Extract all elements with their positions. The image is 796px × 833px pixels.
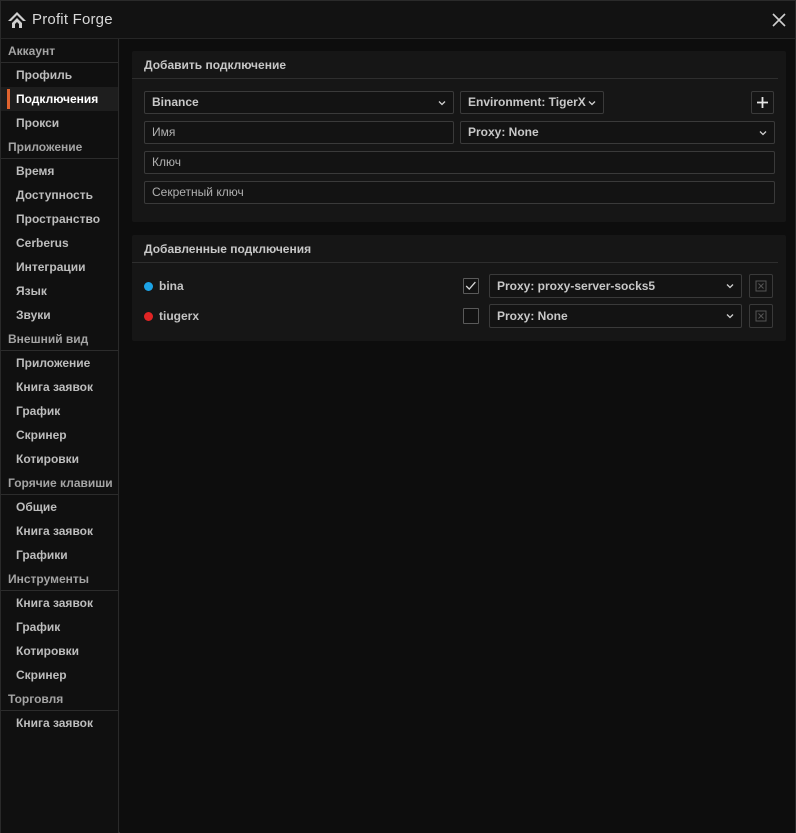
sidebar-section-header: Аккаунт xyxy=(1,39,118,63)
delete-icon xyxy=(755,280,767,292)
connection-name: tiugerx xyxy=(159,309,200,323)
connection-proxy-select[interactable]: Proxy: proxy-server-socks5 xyxy=(489,274,742,298)
proxy-select-value: Proxy: None xyxy=(468,125,539,139)
settings-sidebar: Аккаунт Профиль Подключения Прокси Приложени… xyxy=(1,39,119,833)
app-title: Profit Forge xyxy=(32,11,113,28)
connection-enabled-checkbox[interactable] xyxy=(463,278,479,294)
sidebar-section-header: Инструменты xyxy=(1,567,118,591)
sidebar-item[interactable]: Пространство xyxy=(1,207,118,231)
add-connection-title: Добавить подключение xyxy=(132,51,778,79)
chevron-down-icon xyxy=(759,131,767,136)
sidebar-item[interactable]: График xyxy=(1,399,118,423)
added-connections-panel: Добавленные подключения bina Proxy: proxy… xyxy=(132,235,786,341)
connection-enabled-checkbox[interactable] xyxy=(463,308,479,324)
connection-status-dot xyxy=(144,312,153,321)
sidebar-item[interactable]: Графики xyxy=(1,543,118,567)
added-connections-title: Добавленные подключения xyxy=(132,235,778,263)
chevron-down-icon xyxy=(588,101,596,106)
close-icon[interactable] xyxy=(769,10,789,30)
sidebar-item[interactable]: Время xyxy=(1,159,118,183)
delete-connection-button[interactable] xyxy=(749,304,773,328)
sidebar-item[interactable]: Подключения xyxy=(1,87,118,111)
add-connection-panel: Добавить подключение Binance Environment… xyxy=(132,51,786,222)
sidebar-item[interactable]: Cerberus xyxy=(1,231,118,255)
sidebar-item[interactable]: Профиль xyxy=(1,63,118,87)
connection-row: bina Proxy: proxy-server-socks5 xyxy=(132,271,786,301)
sidebar-section-header: Горячие клавиши xyxy=(1,471,118,495)
sidebar-item[interactable]: Книга заявок xyxy=(1,375,118,399)
add-connection-button[interactable] xyxy=(751,91,774,114)
profit-forge-logo-icon xyxy=(8,12,26,28)
sidebar-section-header: Внешний вид xyxy=(1,327,118,351)
title-bar: Profit Forge xyxy=(1,1,795,39)
sidebar-item[interactable]: Котировки xyxy=(1,639,118,663)
sidebar-item[interactable]: График xyxy=(1,615,118,639)
connection-proxy-value: Proxy: proxy-server-socks5 xyxy=(497,279,656,293)
secret-key-input-placeholder: Секретный ключ xyxy=(152,185,244,199)
exchange-select-value: Binance xyxy=(152,95,199,109)
sidebar-item[interactable]: Котировки xyxy=(1,447,118,471)
sidebar-item[interactable]: Книга заявок xyxy=(1,591,118,615)
sidebar-item[interactable]: Доступность xyxy=(1,183,118,207)
secret-key-input[interactable]: Секретный ключ xyxy=(144,181,775,204)
sidebar-item[interactable]: Язык xyxy=(1,279,118,303)
check-icon xyxy=(465,281,476,291)
delete-connection-button[interactable] xyxy=(749,274,773,298)
connection-proxy-value: Proxy: None xyxy=(497,309,568,323)
sidebar-item[interactable]: Скринер xyxy=(1,663,118,687)
exchange-select[interactable]: Binance xyxy=(144,91,454,114)
key-input[interactable]: Ключ xyxy=(144,151,775,174)
sidebar-item[interactable]: Общие xyxy=(1,495,118,519)
chevron-down-icon xyxy=(726,314,734,319)
connection-status-dot xyxy=(144,282,153,291)
sidebar-item[interactable]: Прокси xyxy=(1,111,118,135)
sidebar-item[interactable]: Интеграции xyxy=(1,255,118,279)
name-input[interactable]: Имя xyxy=(144,121,454,144)
sidebar-item[interactable]: Скринер xyxy=(1,423,118,447)
chevron-down-icon xyxy=(438,101,446,106)
sidebar-section-header: Приложение xyxy=(1,135,118,159)
environment-select-value: Environment: TigerX xyxy=(468,95,586,109)
environment-select[interactable]: Environment: TigerX xyxy=(460,91,604,114)
name-input-placeholder: Имя xyxy=(152,125,176,139)
connection-row: tiugerx Proxy: None xyxy=(132,301,786,331)
sidebar-item[interactable]: Звуки xyxy=(1,303,118,327)
proxy-select[interactable]: Proxy: None xyxy=(460,121,775,144)
sidebar-section-header: Торговля xyxy=(1,687,118,711)
sidebar-item[interactable]: Книга заявок xyxy=(1,711,118,735)
chevron-down-icon xyxy=(726,284,734,289)
connection-proxy-select[interactable]: Proxy: None xyxy=(489,304,742,328)
main-content: Добавить подключение Binance Environment… xyxy=(120,39,795,833)
settings-window: Profit Forge Аккаунт Профиль Подключения Пр… xyxy=(0,0,796,833)
sidebar-item[interactable]: Книга заявок xyxy=(1,519,118,543)
delete-icon xyxy=(755,310,767,322)
key-input-placeholder: Ключ xyxy=(152,155,181,169)
connection-name: bina xyxy=(159,279,184,293)
sidebar-item[interactable]: Приложение xyxy=(1,351,118,375)
plus-icon xyxy=(757,97,768,108)
